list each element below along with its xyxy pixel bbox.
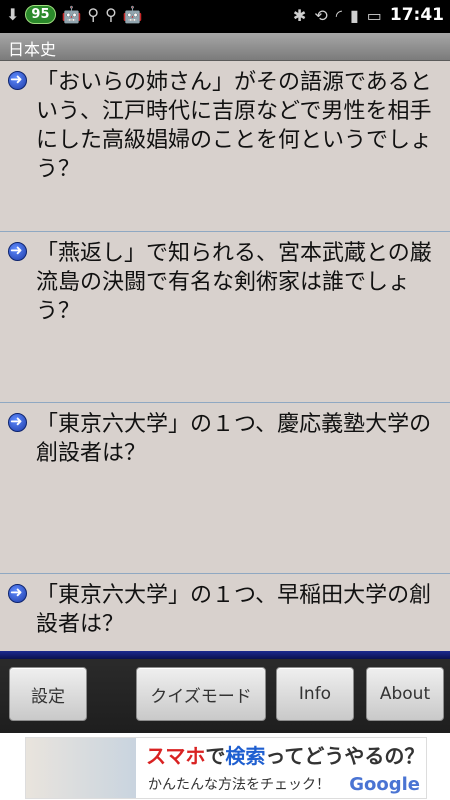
- usb-icon: ⚲: [87, 5, 100, 24]
- arrow-right-icon: [8, 412, 27, 432]
- ad-headline-blue: 検索: [225, 744, 266, 768]
- list-item[interactable]: 「燕返し」で知られる、宮本武蔵との巌流島の決闘で有名な剣術家は誰でしょう？: [0, 232, 450, 403]
- title-bar: 日本史: [0, 33, 450, 61]
- android-icon: 🤖: [122, 5, 143, 24]
- about-button[interactable]: About: [366, 667, 444, 721]
- status-bar: ⬇ 95 🤖 ⚲ ⚲ 🤖 ✱ ⟲ ◜ ▮ ▭ 17:41: [0, 0, 450, 33]
- ad-headline-end: ってどうやるの？: [265, 744, 425, 768]
- bluetooth-icon: ✱: [292, 5, 307, 25]
- clock: 17:41: [389, 5, 444, 25]
- list-item-text: 「燕返し」で知られる、宮本武蔵との巌流島の決闘で有名な剣術家は誰でしょう？: [36, 241, 432, 324]
- android-icon: 🤖: [61, 5, 82, 24]
- ad-headline-red: スマホ: [146, 744, 206, 768]
- ad-subtitle: かんたんな方法をチェック！: [148, 777, 330, 793]
- rotate-icon: ⟲: [314, 5, 328, 25]
- wifi-icon: ◜: [335, 5, 342, 25]
- download-icon: ⬇: [6, 5, 20, 24]
- list-item[interactable]: 「東京六大学」の１つ、慶応義塾大学の創設者は？: [0, 403, 450, 574]
- info-button[interactable]: Info: [276, 667, 354, 721]
- bottom-toolbar: 設定 クイズモード Info About: [0, 651, 450, 733]
- arrow-right-icon: [8, 241, 27, 261]
- usb-icon: ⚲: [105, 5, 117, 24]
- list-item-text: 「東京六大学」の１つ、慶応義塾大学の創設者は？: [36, 412, 432, 466]
- battery-icon: ▭: [366, 5, 382, 25]
- google-logo: Google: [349, 774, 420, 795]
- arrow-right-icon: [8, 583, 27, 603]
- ad-headline: スマホで検索ってどうやるの？: [146, 740, 424, 769]
- settings-button[interactable]: 設定: [9, 667, 87, 721]
- ad-content[interactable]: スマホで検索ってどうやるの？ かんたんな方法をチェック！ Google: [25, 737, 427, 799]
- question-list[interactable]: 「おいらの姉さん」がその語源であるという、江戸時代に吉原などで男性を相手にした高…: [0, 61, 450, 651]
- arrow-right-icon: [8, 70, 27, 90]
- ad-banner[interactable]: スマホで検索ってどうやるの？ かんたんな方法をチェック！ Google: [0, 733, 450, 800]
- list-item-text: 「おいらの姉さん」がその語源であるという、江戸時代に吉原などで男性を相手にした高…: [36, 70, 433, 182]
- ad-headline-mid: で: [205, 744, 226, 768]
- list-item-text: 「東京六大学」の１つ、早稲田大学の創設者は？: [36, 583, 432, 637]
- quiz-mode-button[interactable]: クイズモード: [136, 667, 266, 721]
- notification-badge: 95: [25, 5, 56, 24]
- ad-image: [26, 738, 136, 798]
- list-item[interactable]: 「東京六大学」の１つ、早稲田大学の創設者は？: [0, 574, 450, 651]
- list-item[interactable]: 「おいらの姉さん」がその語源であるという、江戸時代に吉原などで男性を相手にした高…: [0, 61, 450, 232]
- page-title: 日本史: [8, 40, 57, 59]
- signal-icon: ▮: [349, 5, 359, 25]
